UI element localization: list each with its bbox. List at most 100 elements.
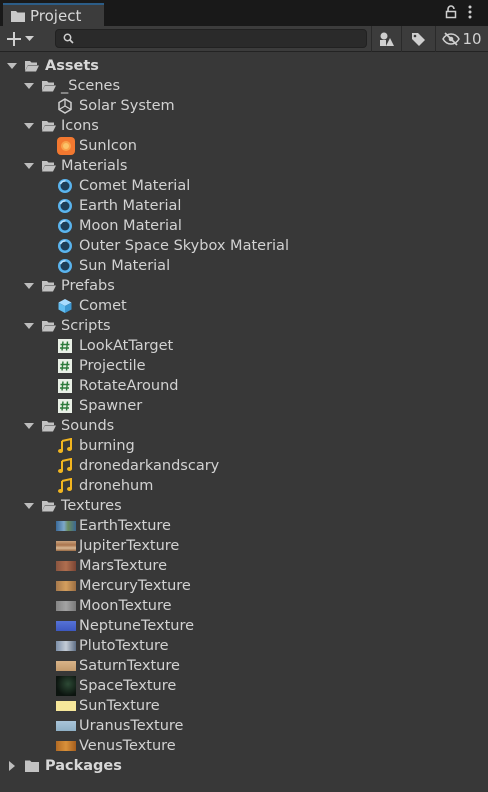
tree-item-moon-texture[interactable]: MoonTexture <box>0 596 488 616</box>
tree-label: Textures <box>61 498 122 514</box>
earth-texture-thumbnail <box>56 521 76 531</box>
tree-label: Packages <box>45 758 122 774</box>
tree-label: Comet <box>79 298 127 314</box>
tree-item-moon-material[interactable]: Moon Material <box>0 216 488 236</box>
folder-open-icon <box>42 501 56 512</box>
search-field[interactable] <box>55 29 367 48</box>
tree-item-earth-material[interactable]: Earth Material <box>0 196 488 216</box>
expand-arrow-icon[interactable] <box>23 320 35 332</box>
unity-scene-icon <box>58 98 72 114</box>
tree-label: dronehum <box>79 478 154 494</box>
folder-open-icon <box>42 161 56 172</box>
lock-icon[interactable] <box>445 5 457 19</box>
tree-label: EarthTexture <box>79 518 171 534</box>
tree-label: Moon Material <box>79 218 182 234</box>
tree-label: Sounds <box>61 418 115 434</box>
tree-item-comet-material[interactable]: Comet Material <box>0 176 488 196</box>
tree-item-venus-texture[interactable]: VenusTexture <box>0 736 488 756</box>
tree-label: Projectile <box>79 358 146 374</box>
saturn-texture-thumbnail <box>56 661 76 671</box>
tree-item-dronehum-audio[interactable]: dronehum <box>0 476 488 496</box>
project-tree: Assets _Scenes Solar System Icons SunIco… <box>0 56 488 776</box>
tree-item-projectile-script[interactable]: Projectile <box>0 356 488 376</box>
csharp-script-icon <box>58 399 72 413</box>
tree-item-spawner-script[interactable]: Spawner <box>0 396 488 416</box>
tree-item-assets[interactable]: Assets <box>0 56 488 76</box>
folder-icon <box>25 760 39 772</box>
tree-item-solar-system-scene[interactable]: Solar System <box>0 96 488 116</box>
tree-label: SpaceTexture <box>79 678 177 694</box>
material-icon <box>58 179 72 193</box>
collapse-arrow-icon[interactable] <box>6 760 18 772</box>
tree-item-saturn-texture[interactable]: SaturnTexture <box>0 656 488 676</box>
create-button[interactable] <box>6 29 44 49</box>
material-icon <box>58 219 72 233</box>
tree-label: _Scenes <box>61 78 121 94</box>
tree-label: SunTexture <box>79 698 160 714</box>
tree-label: Scripts <box>61 318 111 334</box>
sun-texture-thumbnail <box>56 701 76 711</box>
kebab-menu-icon[interactable] <box>467 5 473 19</box>
tree-item-materials-folder[interactable]: Materials <box>0 156 488 176</box>
filter-by-type-icon <box>379 32 394 46</box>
space-texture-thumbnail <box>56 676 76 696</box>
tree-item-sun-material[interactable]: Sun Material <box>0 256 488 276</box>
filter-by-type-button[interactable] <box>371 26 401 52</box>
search-input[interactable] <box>78 30 358 47</box>
audio-clip-icon <box>58 438 72 453</box>
expand-arrow-icon[interactable] <box>23 420 35 432</box>
tree-item-dronedarkandscary-audio[interactable]: dronedarkandscary <box>0 456 488 476</box>
expand-arrow-icon[interactable] <box>23 280 35 292</box>
folder-open-icon <box>42 121 56 132</box>
tree-item-look-at-target-script[interactable]: LookAtTarget <box>0 336 488 356</box>
tree-label: MoonTexture <box>79 598 172 614</box>
csharp-script-icon <box>58 339 72 353</box>
tree-item-uranus-texture[interactable]: UranusTexture <box>0 716 488 736</box>
tree-item-icons-folder[interactable]: Icons <box>0 116 488 136</box>
mars-texture-thumbnail <box>56 561 76 571</box>
tree-item-pluto-texture[interactable]: PlutoTexture <box>0 636 488 656</box>
tree-item-sun-texture[interactable]: SunTexture <box>0 696 488 716</box>
tree-item-mars-texture[interactable]: MarsTexture <box>0 556 488 576</box>
tree-label: VenusTexture <box>79 738 176 754</box>
tree-item-earth-texture[interactable]: EarthTexture <box>0 516 488 536</box>
tree-item-sounds-folder[interactable]: Sounds <box>0 416 488 436</box>
tree-item-rotate-around-script[interactable]: RotateAround <box>0 376 488 396</box>
folder-open-icon <box>42 321 56 332</box>
tree-label: Earth Material <box>79 198 182 214</box>
tree-item-textures-folder[interactable]: Textures <box>0 496 488 516</box>
tree-item-packages[interactable]: Packages <box>0 756 488 776</box>
tree-item-neptune-texture[interactable]: NeptuneTexture <box>0 616 488 636</box>
tree-item-prefabs-folder[interactable]: Prefabs <box>0 276 488 296</box>
material-icon <box>58 259 72 273</box>
tree-item-mercury-texture[interactable]: MercuryTexture <box>0 576 488 596</box>
tree-item-comet-prefab[interactable]: Comet <box>0 296 488 316</box>
audio-clip-icon <box>58 478 72 493</box>
title-bar: Project <box>0 0 488 26</box>
tree-label: MercuryTexture <box>79 578 191 594</box>
expand-arrow-icon[interactable] <box>6 60 18 72</box>
sun-icon <box>57 137 75 155</box>
tree-item-scripts-folder[interactable]: Scripts <box>0 316 488 336</box>
tree-label: Comet Material <box>79 178 191 194</box>
expand-arrow-icon[interactable] <box>23 500 35 512</box>
hidden-packages-toggle[interactable]: 10 <box>435 26 488 52</box>
tree-item-jupiter-texture[interactable]: JupiterTexture <box>0 536 488 556</box>
tree-item-space-texture[interactable]: SpaceTexture <box>0 676 488 696</box>
tree-item-skybox-material[interactable]: Outer Space Skybox Material <box>0 236 488 256</box>
expand-arrow-icon[interactable] <box>23 120 35 132</box>
tree-label: Assets <box>45 58 99 74</box>
tree-label: NeptuneTexture <box>79 618 195 634</box>
audio-clip-icon <box>58 458 72 473</box>
tree-item-burning-audio[interactable]: burning <box>0 436 488 456</box>
filter-by-label-button[interactable] <box>401 26 435 52</box>
expand-arrow-icon[interactable] <box>23 160 35 172</box>
tab-project[interactable]: Project <box>3 3 104 26</box>
tree-label: MarsTexture <box>79 558 167 574</box>
expand-arrow-icon[interactable] <box>23 80 35 92</box>
tree-label: Outer Space Skybox Material <box>79 238 289 254</box>
material-icon <box>58 199 72 213</box>
tree-item-scenes-folder[interactable]: _Scenes <box>0 76 488 96</box>
uranus-texture-thumbnail <box>56 721 76 731</box>
tree-item-sun-icon[interactable]: SunIcon <box>0 136 488 156</box>
